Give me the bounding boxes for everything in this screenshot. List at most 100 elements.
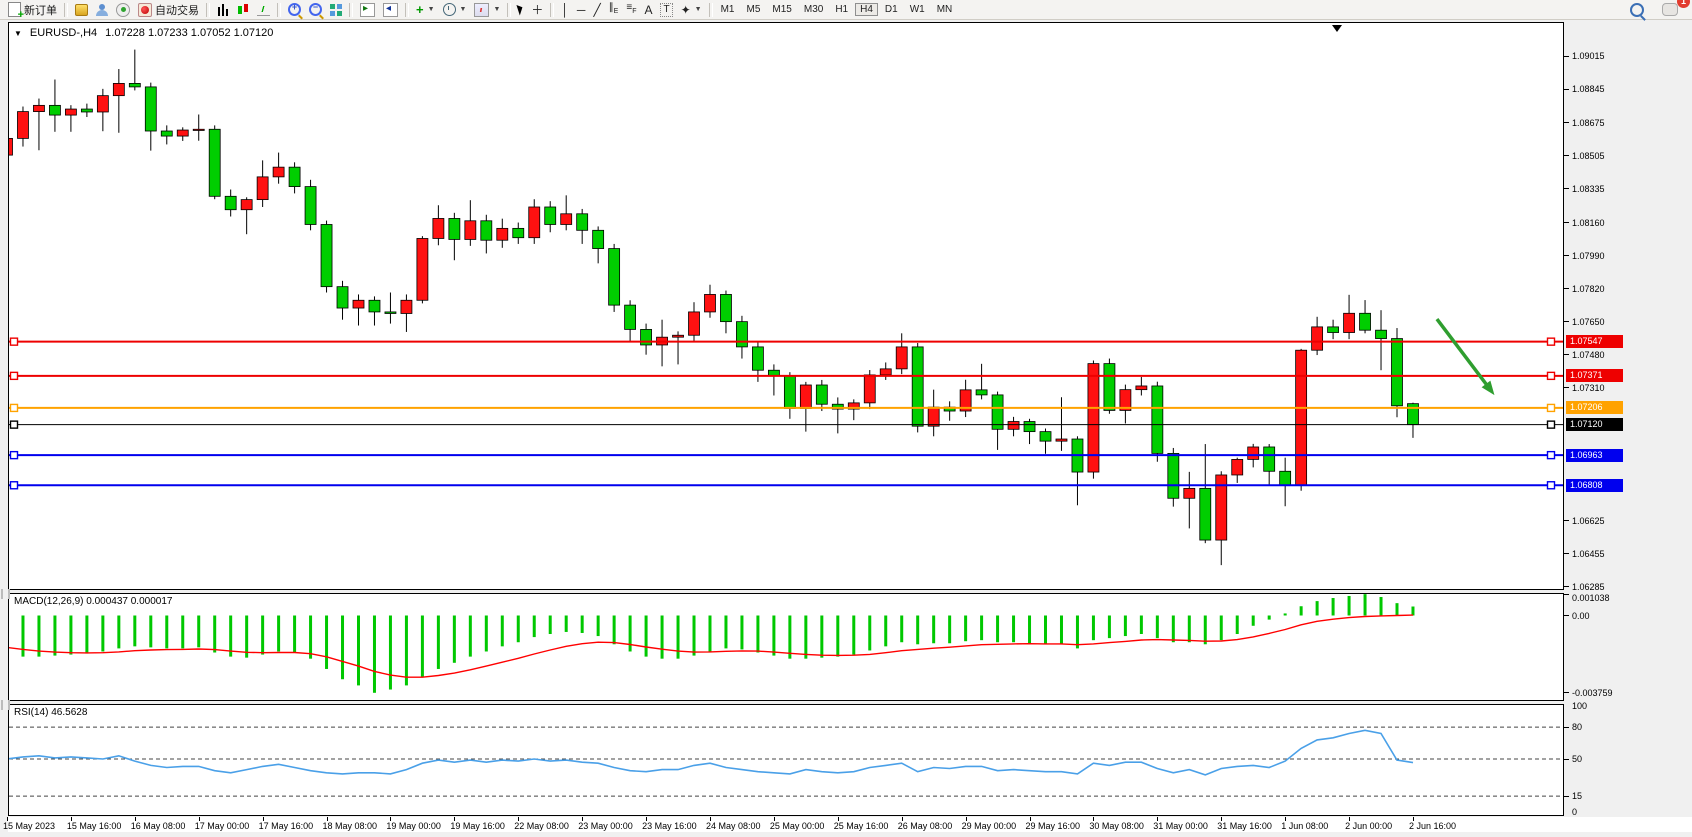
- timeframe-button-mn[interactable]: MN: [932, 3, 958, 16]
- community-button[interactable]: [92, 1, 112, 19]
- search-button[interactable]: [1626, 1, 1648, 19]
- crosshair-button[interactable]: ＋: [527, 1, 547, 19]
- arrows-icon: ✦: [681, 4, 691, 16]
- periods-button[interactable]: ▼: [439, 1, 471, 19]
- chevron-down-icon: ▼: [428, 6, 435, 13]
- price-tick: [1564, 586, 1569, 587]
- tile-windows-button[interactable]: [326, 1, 346, 19]
- market-button[interactable]: [71, 1, 92, 19]
- indicators-button[interactable]: +▼: [412, 1, 439, 19]
- price-tick: [1564, 56, 1569, 57]
- price-tick-label: 1.07990: [1572, 251, 1605, 261]
- timeframe-button-m1[interactable]: M1: [716, 3, 740, 16]
- time-axis-label: 31 May 00:00: [1153, 821, 1208, 831]
- new-order-button[interactable]: 新订单: [4, 1, 61, 19]
- signals-icon: [116, 3, 130, 17]
- rsi-label: RSI(14) 46.5628: [14, 707, 87, 718]
- chat-icon: [1662, 3, 1678, 16]
- price-tick-label: 1.06625: [1572, 516, 1605, 526]
- channel-button[interactable]: ∥E: [605, 1, 623, 19]
- rsi-tick-label: 100: [1572, 701, 1587, 711]
- horizontal-line-button[interactable]: ─: [573, 1, 590, 19]
- cursor-icon: [517, 3, 525, 15]
- price-chart-pane[interactable]: [8, 22, 1564, 590]
- cursor-button[interactable]: [514, 1, 527, 19]
- time-axis-label: 17 May 16:00: [259, 821, 314, 831]
- new-order-icon: [8, 2, 21, 17]
- macd-tick-label: -0.003759: [1572, 688, 1613, 698]
- zoom-out-button[interactable]: −: [305, 1, 326, 19]
- timeframe-button-m30[interactable]: M30: [799, 3, 828, 16]
- price-tick: [1564, 255, 1569, 256]
- auto-trading-button[interactable]: 自动交易: [134, 1, 203, 19]
- price-tick-label: 1.08845: [1572, 84, 1605, 94]
- tile-windows-icon: [330, 4, 342, 16]
- macd-tick-label: 0.00: [1572, 611, 1590, 621]
- rsi-pane[interactable]: [8, 704, 1564, 816]
- toolbar-separator: [349, 3, 353, 17]
- chart-ohlc-values: 1.07228 1.07233 1.07052 1.07120: [105, 27, 273, 39]
- text-label-icon: T: [660, 3, 672, 17]
- templates-button[interactable]: ▼: [470, 1, 504, 19]
- price-tag: 1.06808: [1566, 479, 1623, 492]
- timeframe-button-h4[interactable]: H4: [855, 3, 878, 16]
- mt4-window: 新订单 自动交易 + − +▼ ▼ ▼ ＋ │ ─ ╱ ∥E ≡F A: [0, 0, 1692, 837]
- toolbar-separator: [206, 3, 210, 17]
- line-chart-button[interactable]: [253, 1, 274, 19]
- text-button[interactable]: A: [640, 1, 656, 19]
- zoom-in-icon: +: [288, 3, 301, 16]
- time-axis-label: 23 May 16:00: [642, 821, 697, 831]
- price-tag: 1.07120: [1566, 418, 1623, 431]
- text-label-button[interactable]: T: [656, 1, 676, 19]
- bar-chart-button[interactable]: [213, 1, 233, 19]
- time-axis-label: 29 May 00:00: [962, 821, 1017, 831]
- price-tick-label: 1.08505: [1572, 151, 1605, 161]
- price-tick: [1564, 288, 1569, 289]
- candle-chart-button[interactable]: [233, 1, 253, 19]
- time-axis-label: 25 May 00:00: [770, 821, 825, 831]
- auto-scroll-button[interactable]: [356, 1, 379, 19]
- signals-button[interactable]: [112, 1, 134, 19]
- rsi-tick: [1564, 759, 1569, 760]
- rsi-tick-label: 80: [1572, 722, 1582, 732]
- macd-pane[interactable]: [8, 593, 1564, 701]
- timeframe-button-w1[interactable]: W1: [905, 3, 930, 16]
- arrows-button[interactable]: ✦▼: [677, 1, 706, 19]
- time-axis-label: 22 May 08:00: [514, 821, 569, 831]
- price-tick: [1564, 222, 1569, 223]
- timeframe-button-m5[interactable]: M5: [742, 3, 766, 16]
- fibonacci-button[interactable]: ≡F: [622, 1, 640, 19]
- rsi-tick-label: 0: [1572, 807, 1577, 817]
- timeframe-button-m15[interactable]: M15: [767, 3, 796, 16]
- toolbar-separator: [550, 3, 554, 17]
- toolbar-separator: [507, 3, 511, 17]
- vertical-line-button[interactable]: │: [557, 1, 573, 19]
- chart-shift-marker[interactable]: [1332, 25, 1342, 32]
- rsi-tick: [1564, 727, 1569, 728]
- candle-chart-icon: [237, 4, 249, 16]
- chart-dropdown-icon[interactable]: ▼: [14, 29, 22, 38]
- time-axis-label: 26 May 08:00: [898, 821, 953, 831]
- price-tick: [1564, 122, 1569, 123]
- crosshair-icon: ＋: [531, 4, 543, 16]
- timeframe-button-h1[interactable]: H1: [830, 3, 853, 16]
- pane-separator-grip[interactable]: [1, 589, 10, 599]
- chart-shift-button[interactable]: [379, 1, 402, 19]
- chevron-down-icon: ▼: [460, 6, 467, 13]
- auto-trading-icon: [138, 3, 152, 17]
- price-tick: [1564, 321, 1569, 322]
- trendline-button[interactable]: ╱: [589, 1, 604, 19]
- time-axis-label: 2 Jun 00:00: [1345, 821, 1392, 831]
- price-tick-label: 1.08335: [1572, 184, 1605, 194]
- notifications-button[interactable]: 1: [1658, 1, 1682, 19]
- search-icon: [1630, 3, 1644, 17]
- price-tick-label: 1.06285: [1572, 582, 1605, 592]
- auto-scroll-icon: [360, 3, 375, 17]
- zoom-in-button[interactable]: +: [284, 1, 305, 19]
- text-icon: A: [644, 4, 652, 16]
- chevron-down-icon: ▼: [493, 6, 500, 13]
- timeframe-button-d1[interactable]: D1: [880, 3, 903, 16]
- horizontal-line-icon: ─: [577, 4, 586, 16]
- price-tick: [1564, 387, 1569, 388]
- pane-separator-grip[interactable]: [1, 700, 10, 710]
